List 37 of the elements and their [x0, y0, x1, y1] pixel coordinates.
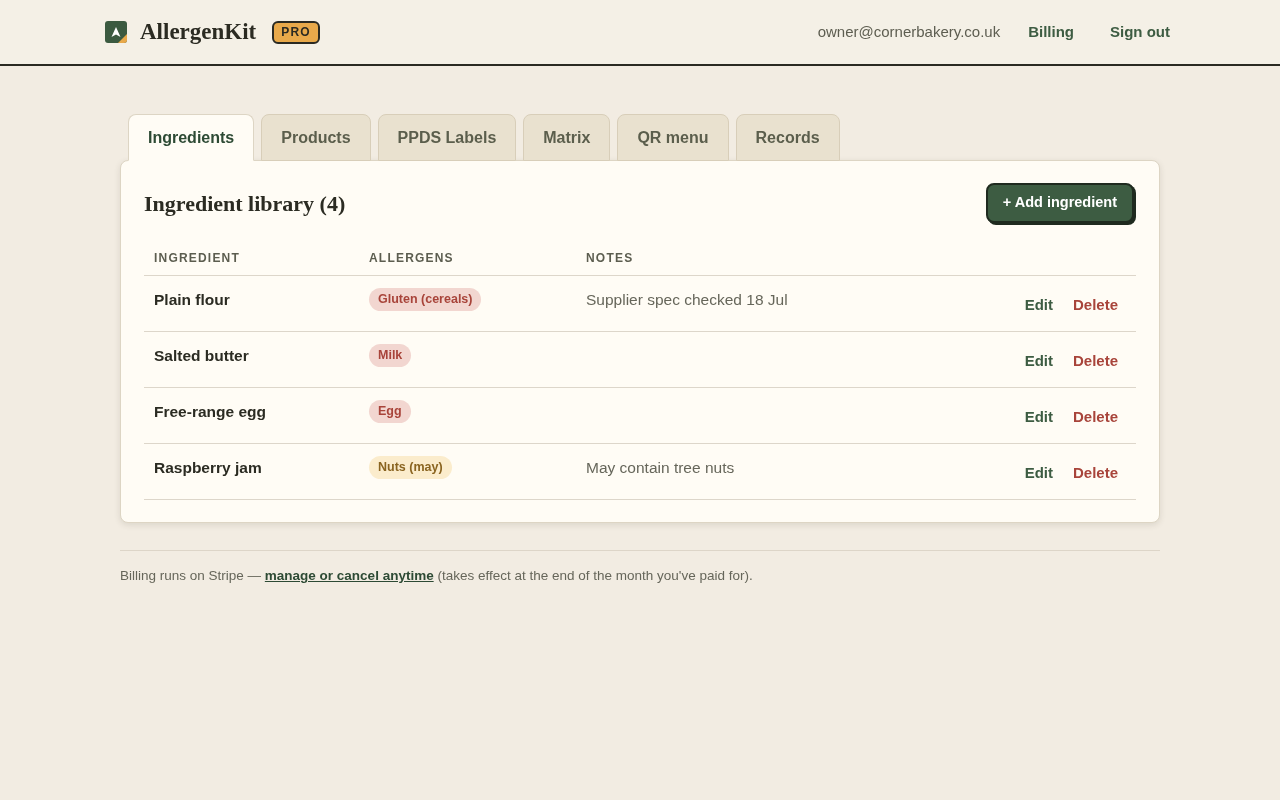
delete-link[interactable]: Delete	[1072, 462, 1118, 485]
ingredient-notes: Supplier spec checked 18 Jul	[586, 291, 788, 308]
tab[interactable]: PPDS Labels	[377, 114, 517, 161]
delete-link[interactable]: Delete	[1072, 406, 1118, 429]
edit-link[interactable]: Edit	[1024, 406, 1053, 429]
manage-billing-link[interactable]: manage or cancel anytime	[264, 568, 434, 583]
column-header: ALLERGENS	[369, 251, 454, 265]
add-ingredient-button[interactable]: + Add ingredient	[985, 183, 1134, 223]
brand-name: AllergenKit	[140, 17, 257, 46]
logo-icon	[105, 21, 127, 43]
allergen-tag: Nuts (may)	[369, 456, 452, 479]
account-email: owner@cornerbakery.co.uk	[817, 21, 1001, 42]
ingredient-name: Salted butter	[154, 347, 249, 364]
allergen-tag: Milk	[369, 344, 412, 367]
edit-link[interactable]: Edit	[1024, 294, 1053, 317]
edit-link[interactable]: Edit	[1024, 350, 1053, 373]
library-title: Ingredient library (4)	[144, 189, 346, 218]
column-header: INGREDIENT	[154, 251, 240, 265]
column-header: NOTES	[586, 251, 634, 265]
edit-link[interactable]: Edit	[1024, 462, 1053, 485]
allergen-tag: Egg	[369, 400, 411, 423]
tab[interactable]: Matrix	[523, 114, 611, 161]
delete-link[interactable]: Delete	[1072, 350, 1118, 373]
header-link[interactable]: Sign out	[1110, 20, 1170, 44]
delete-link[interactable]: Delete	[1072, 294, 1118, 317]
allergen-tag: Gluten (cereals)	[369, 288, 482, 311]
plan-badge: PRO	[272, 20, 320, 44]
ingredient-name: Plain flour	[154, 291, 230, 308]
ingredient-name: Free-range egg	[154, 403, 266, 420]
billing-note: Billing runs on Stripe — manage or cancel anytime (takes effect at the end of the month you've paid for).	[120, 567, 754, 585]
ingredient-name: Raspberry jam	[154, 459, 262, 476]
tab[interactable]: QR menu	[617, 114, 729, 161]
tab[interactable]: Products	[261, 114, 371, 161]
header-link[interactable]: Billing	[1028, 20, 1074, 44]
tab[interactable]: Records	[735, 114, 840, 161]
tab[interactable]: Ingredients	[128, 114, 255, 161]
ingredient-notes: May contain tree nuts	[586, 459, 735, 476]
